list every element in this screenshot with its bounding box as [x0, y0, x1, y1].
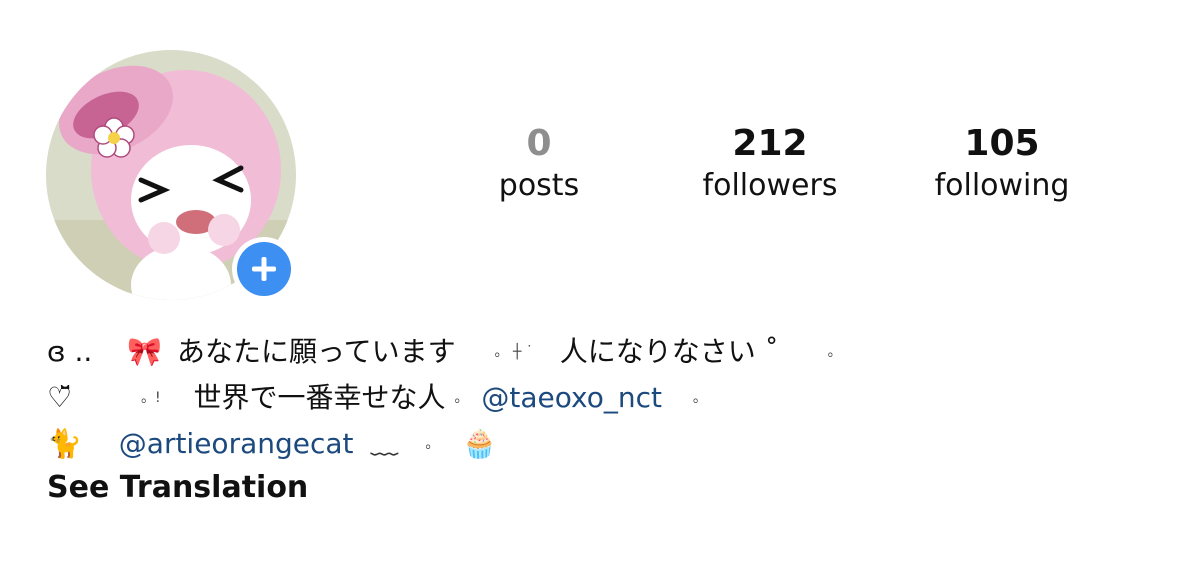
bio-line2-sep: 。 [454, 390, 469, 406]
profile-bio: ɞ .. 🎀 あなたに願っています 。 ┼ ˙ 人になりなさい ˚ 。 ♡̆̈ … [47, 328, 1147, 510]
followers-label: followers [702, 168, 838, 203]
bio-line-3: 🐈 @artieorangecat ﹏ 。 🧁 [47, 420, 1147, 466]
stat-followers[interactable]: 212 followers [670, 122, 870, 206]
see-translation-link[interactable]: See Translation [47, 466, 1147, 510]
stat-posts[interactable]: 0 posts [439, 122, 639, 206]
bio-line2-dots: 。! [141, 390, 161, 406]
mention-taeoxo[interactable]: @taeoxo_nct [481, 375, 662, 421]
bio-line3-dot: 。 [425, 436, 440, 452]
add-story-button[interactable] [232, 237, 296, 301]
bio-line-1: ɞ .. 🎀 あなたに願っています 。 ┼ ˙ 人になりなさい ˚ 。 [47, 328, 1147, 374]
following-count: 105 [964, 123, 1040, 164]
plus-icon [252, 257, 276, 281]
stat-following[interactable]: 105 following [902, 122, 1102, 206]
bio-line1-tail: 。 [827, 344, 842, 360]
bio-line2-text: 世界で一番幸せな人 [193, 381, 446, 414]
profile-avatar[interactable] [46, 50, 296, 301]
following-label: following [934, 168, 1070, 203]
bio-line1-text-b: 人になりなさい ˚ [559, 335, 779, 368]
cat-emoji: 🐈 [47, 427, 82, 460]
cupcake-emoji: 🧁 [462, 427, 498, 460]
posts-count: 0 [526, 123, 552, 164]
bio-line3-wave: ﹏ [370, 427, 399, 460]
posts-label: posts [498, 168, 580, 203]
bio-line-2: ♡̆̈ 。! 世界で一番幸せな人 。 @taeoxo_nct 。 [47, 374, 1147, 420]
bio-line1-lead: ɞ .. [47, 335, 93, 368]
bio-line1-text-a: あなたに願っています [176, 335, 456, 368]
bow-emoji: 🎀 [127, 335, 163, 368]
mention-artieorangecat[interactable]: @artieorangecat [119, 421, 354, 467]
followers-count: 212 [732, 123, 808, 164]
bio-line2-tail: 。 [692, 390, 707, 406]
bio-line1-dots: 。 ┼ ˙ [494, 344, 533, 360]
heart-symbol: ♡̆̈ [47, 381, 73, 414]
